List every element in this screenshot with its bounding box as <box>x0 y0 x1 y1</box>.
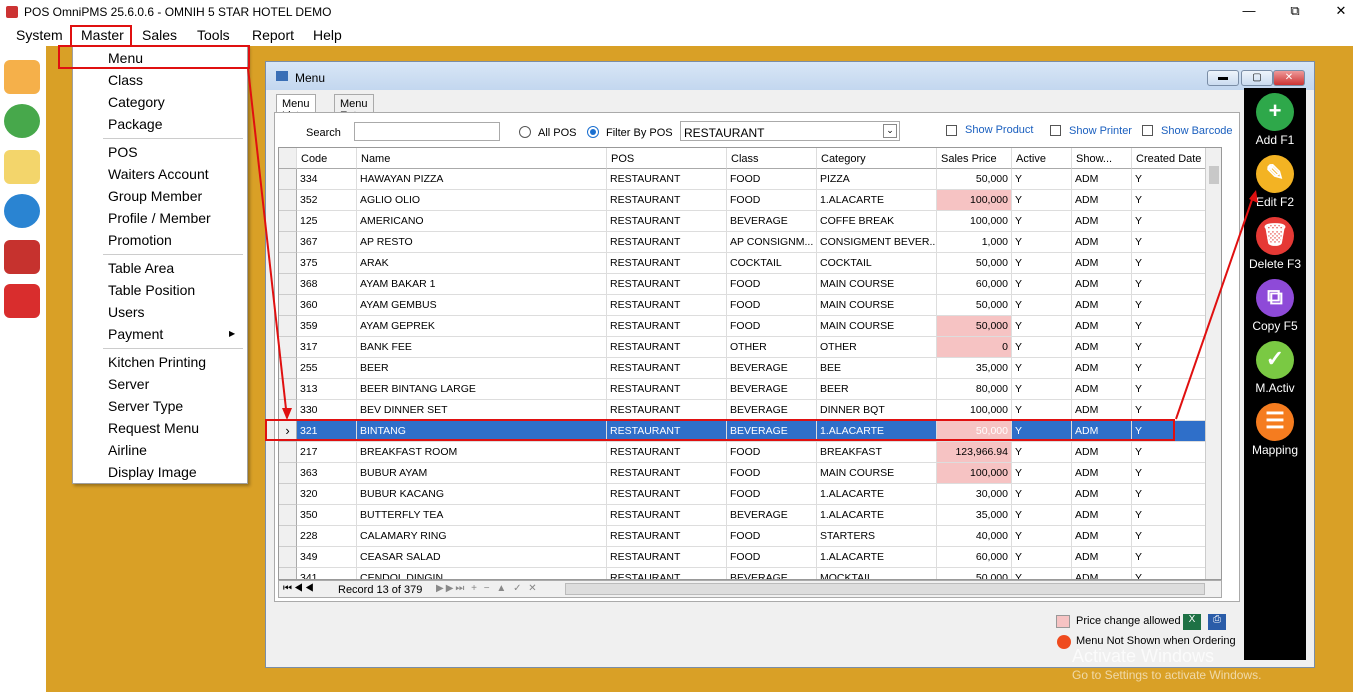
annotation-arrows <box>247 67 1258 420</box>
